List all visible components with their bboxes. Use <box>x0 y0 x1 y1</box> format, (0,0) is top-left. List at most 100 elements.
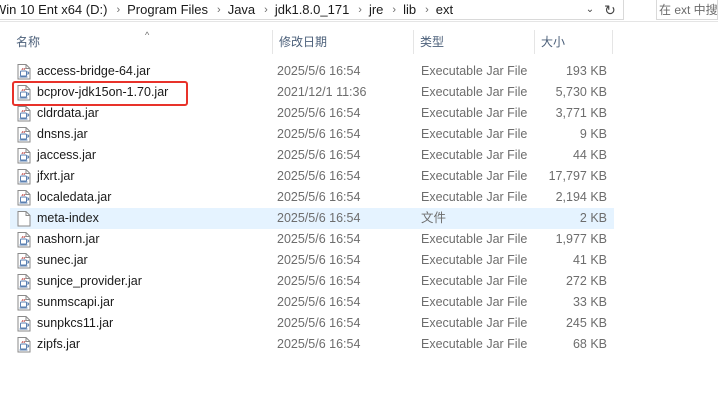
file-size: 272 KB <box>565 274 607 288</box>
jar-file-icon <box>16 63 32 80</box>
file-date: 2025/5/6 16:54 <box>277 316 361 330</box>
jar-file-icon <box>16 231 32 248</box>
file-row[interactable]: nashorn.jar 2025/5/6 16:54 Executable Jar … <box>10 229 614 250</box>
file-name[interactable]: nashorn.jar <box>37 229 100 250</box>
jar-file-icon <box>16 147 32 164</box>
file-date: 2025/5/6 16:54 <box>277 337 361 351</box>
file-type: Executable Jar File <box>421 295 528 309</box>
file-row[interactable]: zipfs.jar 2025/5/6 16:54 Executable Jar Fi… <box>10 334 614 355</box>
file-row[interactable]: dnsns.jar 2025/5/6 16:54 Executable Jar Fi… <box>10 124 614 145</box>
file-name[interactable]: access-bridge-64.jar <box>37 61 150 82</box>
jar-file-icon <box>16 168 32 185</box>
file-row[interactable]: access-bridge-64.jar 2025/5/6 16:54 Execut… <box>10 61 614 82</box>
file-row[interactable]: cldrdata.jar 2025/5/6 16:54 Executable Jar… <box>10 103 614 124</box>
file-size: 3,771 KB <box>555 106 607 120</box>
file-type: Executable Jar File <box>421 64 528 78</box>
column-header-type-label: 类型 <box>420 35 445 49</box>
sort-ascending-icon: ^ <box>145 30 150 40</box>
file-type: Executable Jar File <box>421 337 528 351</box>
file-name[interactable]: sunec.jar <box>37 250 88 271</box>
breadcrumb-program-files[interactable]: Program Files <box>124 2 213 17</box>
file-row[interactable]: jaccess.jar 2025/5/6 16:54 Executable Jar … <box>10 145 614 166</box>
column-header-date-label: 修改日期 <box>279 35 328 49</box>
file-size: 5,730 KB <box>555 85 607 99</box>
file-name[interactable]: jfxrt.jar <box>37 166 75 187</box>
column-header-size-label: 大小 <box>541 35 566 49</box>
search-input[interactable]: 在 ext 中搜索 <box>656 0 718 20</box>
column-header-name[interactable]: ^ 名称 <box>10 30 273 54</box>
file-type: Executable Jar File <box>421 190 528 204</box>
chevron-right-icon[interactable]: › <box>213 4 225 16</box>
file-type: Executable Jar File <box>421 148 528 162</box>
file-date: 2025/5/6 16:54 <box>277 211 361 225</box>
file-name[interactable]: meta-index <box>37 208 99 229</box>
file-name[interactable]: sunjce_provider.jar <box>37 271 142 292</box>
breadcrumb-jre[interactable]: jre <box>366 2 388 17</box>
file-row[interactable]: localedata.jar 2025/5/6 16:54 Executable J… <box>10 187 614 208</box>
file-date: 2025/5/6 16:54 <box>277 106 361 120</box>
file-name[interactable]: cldrdata.jar <box>37 103 99 124</box>
jar-file-icon <box>16 252 32 269</box>
jar-file-icon <box>16 84 32 101</box>
file-date: 2025/5/6 16:54 <box>277 148 361 162</box>
file-size: 68 KB <box>572 337 607 351</box>
breadcrumb-drive[interactable]: Win 10 Ent x64 (D:) <box>0 2 112 17</box>
file-date: 2025/5/6 16:54 <box>277 190 361 204</box>
chevron-down-icon[interactable]: ⌄ <box>583 3 597 17</box>
file-date: 2025/5/6 16:54 <box>277 169 361 183</box>
file-name[interactable]: localedata.jar <box>37 187 111 208</box>
file-type: Executable Jar File <box>421 232 528 246</box>
file-size: 17,797 KB <box>548 169 607 183</box>
file-row[interactable]: sunec.jar 2025/5/6 16:54 Executable Jar Fi… <box>10 250 614 271</box>
jar-file-icon <box>16 294 32 311</box>
file-size: 2,194 KB <box>555 190 607 204</box>
file-type: Executable Jar File <box>421 106 528 120</box>
chevron-right-icon[interactable]: › <box>421 4 433 16</box>
file-type: Executable Jar File <box>421 253 528 267</box>
file-row[interactable]: jfxrt.jar 2025/5/6 16:54 Executable Jar Fi… <box>10 166 614 187</box>
column-header-size[interactable]: 大小 <box>535 30 613 54</box>
breadcrumb-java[interactable]: Java <box>225 2 260 17</box>
jar-file-icon <box>16 189 32 206</box>
chevron-right-icon[interactable]: › <box>112 4 124 16</box>
breadcrumb[interactable]: Win 10 Ent x64 (D:) › Program Files › Ja… <box>0 0 624 20</box>
chevron-right-icon[interactable]: › <box>354 4 366 16</box>
refresh-icon[interactable]: ↻ <box>601 1 619 19</box>
file-size: 33 KB <box>572 295 607 309</box>
breadcrumb-ext[interactable]: ext <box>433 2 458 17</box>
file-size: 1,977 KB <box>555 232 607 246</box>
file-date: 2025/5/6 16:54 <box>277 64 361 78</box>
column-header-date[interactable]: 修改日期 <box>273 30 414 54</box>
jar-file-icon <box>16 273 32 290</box>
file-row[interactable]: sunmscapi.jar 2025/5/6 16:54 Executable Ja… <box>10 292 614 313</box>
file-name[interactable]: sunpkcs11.jar <box>37 313 113 334</box>
breadcrumb-lib[interactable]: lib <box>400 2 421 17</box>
file-type: Executable Jar File <box>421 127 528 141</box>
file-name[interactable]: jaccess.jar <box>37 145 96 166</box>
chevron-right-icon[interactable]: › <box>260 4 272 16</box>
file-size: 245 KB <box>565 316 607 330</box>
file-row[interactable]: bcprov-jdk15on-1.70.jar 2021/12/1 11:36 Ex… <box>10 82 614 103</box>
breadcrumb-jdk[interactable]: jdk1.8.0_171 <box>272 2 354 17</box>
file-size: 41 KB <box>572 253 607 267</box>
address-bar: Win 10 Ent x64 (D:) › Program Files › Ja… <box>0 0 718 22</box>
file-row[interactable]: sunpkcs11.jar 2025/5/6 16:54 Executable Ja… <box>10 313 614 334</box>
file-type: Executable Jar File <box>421 85 528 99</box>
file-name[interactable]: bcprov-jdk15on-1.70.jar <box>37 82 168 103</box>
file-row[interactable]: sunjce_provider.jar 2025/5/6 16:54 Executa… <box>10 271 614 292</box>
chevron-right-icon[interactable]: › <box>388 4 400 16</box>
file-size: 2 KB <box>579 211 607 225</box>
file-size: 193 KB <box>565 64 607 78</box>
file-row[interactable]: meta-index 2025/5/6 16:54 文件 2 KB <box>10 208 614 229</box>
column-header-type[interactable]: 类型 <box>414 30 535 54</box>
file-size: 44 KB <box>572 148 607 162</box>
column-header-name-label: 名称 <box>16 35 41 49</box>
jar-file-icon <box>16 336 32 353</box>
jar-file-icon <box>16 105 32 122</box>
file-name[interactable]: dnsns.jar <box>37 124 88 145</box>
jar-file-icon <box>16 126 32 143</box>
file-name[interactable]: sunmscapi.jar <box>37 292 114 313</box>
file-date: 2025/5/6 16:54 <box>277 253 361 267</box>
file-date: 2025/5/6 16:54 <box>277 127 361 141</box>
file-name[interactable]: zipfs.jar <box>37 334 80 355</box>
